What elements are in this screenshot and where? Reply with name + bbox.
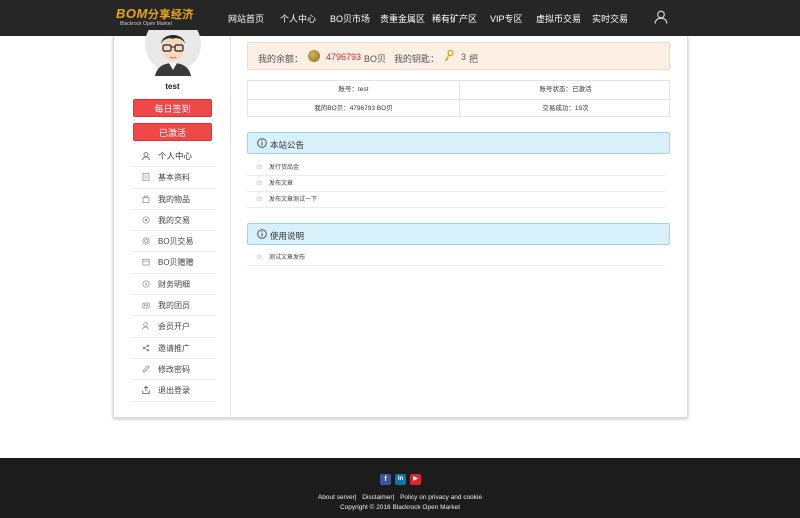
nav-rare-minerals[interactable]: 稀有矿产区 xyxy=(432,12,477,25)
account-status-cell: 账号状态：已激活 xyxy=(539,86,592,93)
disclaimer-link[interactable]: Disclaimer| xyxy=(362,494,394,501)
daily-sign-in-button[interactable]: 每日签到 xyxy=(133,99,212,117)
coin-icon xyxy=(308,50,320,62)
sidebar-item-label: BO贝交易 xyxy=(158,237,194,247)
site-logo[interactable]: BOM分享经济 Blackrock Open Market xyxy=(116,6,200,30)
info-icon xyxy=(257,138,267,148)
sidebar-item-label: 退出登录 xyxy=(158,386,190,396)
facebook-icon[interactable]: f xyxy=(380,474,391,485)
pencil-icon xyxy=(142,365,150,373)
account-cell: 账号：test xyxy=(338,86,369,93)
sidebar-item-label: 邀请推广 xyxy=(158,343,190,353)
sidebar-item-label: 修改密码 xyxy=(158,364,190,374)
nav-personal-center[interactable]: 个人中心 xyxy=(280,12,316,25)
user-icon xyxy=(142,152,150,160)
sidebar-item-label: 基本资料 xyxy=(158,173,190,183)
footer: f in ▶ About server| Disclaimer| Policy … xyxy=(0,458,800,518)
coin-trade-icon xyxy=(142,237,150,245)
profile-icon xyxy=(142,173,150,182)
keys-count: 3 xyxy=(461,52,467,62)
sidebar-item-profile[interactable]: 基本资料 xyxy=(130,167,216,189)
balance-label: 我的余额： xyxy=(258,54,304,64)
nav-home[interactable]: 网站首页 xyxy=(228,12,264,25)
finance-icon: ¥ xyxy=(142,280,150,288)
share-icon xyxy=(142,344,150,352)
sidebar-item-invite[interactable]: 邀请推广 xyxy=(130,338,216,359)
avatar xyxy=(145,30,201,76)
logo-subtitle: Blackrock Open Market xyxy=(120,21,172,27)
sidebar-item-change-password[interactable]: 修改密码 xyxy=(130,359,216,381)
sidebar-item-finance[interactable]: ¥ 财务明细 xyxy=(130,274,216,296)
keys-label: 我的钥匙： xyxy=(394,54,440,64)
star-icon: ☆ xyxy=(256,196,263,203)
activated-button[interactable]: 已激活 xyxy=(133,123,212,141)
copyright: Copyright © 2016 Blackrock Open Market xyxy=(339,504,461,511)
privacy-link[interactable]: Policy on privacy and cookie xyxy=(400,494,482,501)
star-icon: ☆ xyxy=(256,254,263,261)
sidebar-item-team[interactable]: 我的团员 xyxy=(130,295,216,317)
username: test xyxy=(165,82,180,91)
announcements-header: 本站公告 xyxy=(247,132,670,154)
nav-realtime-trade[interactable]: 实时交易 xyxy=(592,12,628,25)
sidebar-item-member-register[interactable]: 会员开户 xyxy=(130,316,216,338)
instruction-text: 测试文章发布 xyxy=(269,255,306,261)
footer-links: About server| Disclaimer| Policy on priv… xyxy=(0,494,800,501)
sidebar-item-bo-gift[interactable]: BO贝赠赠 xyxy=(130,252,216,274)
gift-icon xyxy=(142,259,150,266)
account-info-table: 账号：test 账号状态：已激活 我的BO贝：4796793 BO贝 交易成功：… xyxy=(247,80,671,117)
keys-unit: 把 xyxy=(469,54,479,64)
main-container: test 每日签到 已激活 个人中心 基本资料 我的物品 我的交易 BO贝交易 … xyxy=(113,30,688,418)
trades-cell: 交易成功：19次 xyxy=(542,105,589,112)
svg-text:¥: ¥ xyxy=(145,282,148,288)
sidebar-item-bo-trade[interactable]: BO贝交易 xyxy=(130,231,216,253)
nav-bo-market[interactable]: BO贝市场 xyxy=(330,12,370,25)
instructions-header: 使用说明 xyxy=(247,223,670,245)
sidebar-item-label: BO贝赠赠 xyxy=(158,258,194,268)
trade-icon xyxy=(142,216,150,224)
sidebar-item-personal-center[interactable]: 个人中心 xyxy=(130,146,216,168)
announcement-item[interactable]: ☆ 发布文章测试一下 xyxy=(247,192,665,208)
sidebar-item-label: 我的交易 xyxy=(158,215,190,225)
user-icon[interactable] xyxy=(654,10,668,24)
logout-icon xyxy=(142,386,150,395)
youtube-icon[interactable]: ▶ xyxy=(410,474,421,485)
sidebar-item-label: 会员开户 xyxy=(158,322,190,332)
sidebar-item-my-trades[interactable]: 我的交易 xyxy=(130,210,216,232)
add-member-icon xyxy=(142,322,149,330)
nav-crypto-trade[interactable]: 虚拟币交易 xyxy=(536,12,581,25)
team-icon xyxy=(142,302,150,309)
about-link[interactable]: About server| xyxy=(318,494,357,501)
sidebar-item-label: 财务明细 xyxy=(158,279,190,289)
instruction-item[interactable]: ☆ 测试文章发布 xyxy=(247,250,665,266)
nav-precious-metals[interactable]: 贵重金属区 xyxy=(380,12,425,25)
announcement-item[interactable]: ☆ 发行货品金 xyxy=(247,160,665,176)
announcement-text: 发布文章 xyxy=(269,181,294,187)
top-navbar: BOM分享经济 Blackrock Open Market 网站首页 个人中心 … xyxy=(0,0,800,36)
sidebar-item-my-items[interactable]: 我的物品 xyxy=(130,189,216,210)
sidebar-item-logout[interactable]: 退出登录 xyxy=(130,380,216,402)
announcement-item[interactable]: ☆ 发布文章 xyxy=(247,176,665,192)
info-icon xyxy=(257,229,267,239)
sidebar-item-label: 我的物品 xyxy=(158,194,190,204)
star-icon: ☆ xyxy=(256,180,263,187)
nav-vip-zone[interactable]: VIP专区 xyxy=(490,12,523,25)
bag-icon xyxy=(142,195,150,203)
announcements-title: 本站公告 xyxy=(270,140,305,150)
sidebar-item-label: 我的团员 xyxy=(158,301,190,311)
balance-amount: 4796793 xyxy=(326,52,362,62)
table-divider xyxy=(248,99,671,100)
balance-unit: BO贝 xyxy=(364,54,387,64)
announcement-text: 发布文章测试一下 xyxy=(269,197,318,203)
star-icon: ☆ xyxy=(256,164,263,171)
announcement-text: 发行货品金 xyxy=(269,165,300,171)
key-icon xyxy=(444,50,454,62)
instructions-title: 使用说明 xyxy=(270,231,305,241)
linkedin-icon[interactable]: in xyxy=(395,474,406,485)
sidebar: test 每日签到 已激活 个人中心 基本资料 我的物品 我的交易 BO贝交易 … xyxy=(114,30,231,417)
sidebar-menu: 个人中心 基本资料 我的物品 我的交易 BO贝交易 BO贝赠赠 ¥ 财务明细 我… xyxy=(130,146,216,402)
balance-bar: 我的余额： 4796793 BO贝 我的钥匙： 3 把 xyxy=(247,42,670,70)
bo-balance-cell: 我的BO贝：4796793 BO贝 xyxy=(314,105,393,112)
logo-text: BOM分享经济 xyxy=(116,6,194,21)
sidebar-item-label: 个人中心 xyxy=(158,151,193,161)
